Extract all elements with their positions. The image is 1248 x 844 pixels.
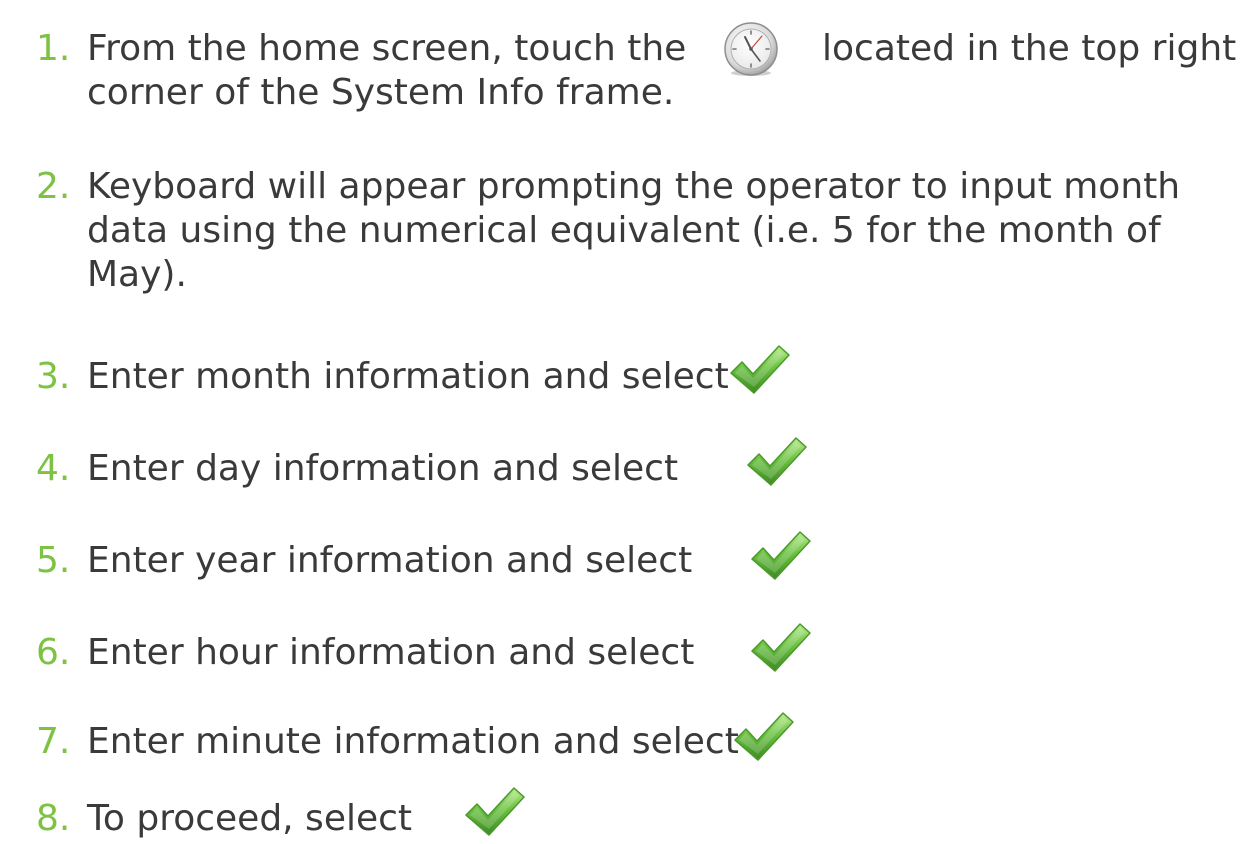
step-text: Enter hour information and select <box>87 632 695 673</box>
step-text: Enter month information and select <box>87 356 729 397</box>
step-text: From the home screen, touch the corner o… <box>87 27 686 115</box>
step-text-line: May). <box>87 254 187 295</box>
step-number: 6. <box>36 632 71 673</box>
step-number: 5. <box>36 540 71 581</box>
step-text: Enter year information and select <box>87 540 693 581</box>
instruction-list: 1. From the home screen, touch the corne… <box>0 0 1248 844</box>
check-icon[interactable] <box>731 708 797 766</box>
step-number: 4. <box>36 448 71 489</box>
step-text-after-icon: located in the top right <box>822 28 1237 69</box>
check-icon[interactable] <box>462 783 528 841</box>
check-icon[interactable] <box>748 527 814 585</box>
check-icon[interactable] <box>744 433 810 491</box>
step-text-line: Keyboard will appear prompting the opera… <box>87 166 1181 207</box>
step-text-line: data using the numerical equivalent (i.e… <box>87 210 1161 251</box>
check-icon[interactable] <box>748 619 814 677</box>
step-text: To proceed, select <box>87 798 413 839</box>
step-number: 3. <box>36 356 71 397</box>
step-number: 1. <box>36 28 71 69</box>
clock-icon[interactable] <box>722 21 780 79</box>
step-text: Enter day information and select <box>87 448 679 489</box>
step-number: 7. <box>36 721 71 762</box>
step-text: Keyboard will appear prompting the opera… <box>87 165 1180 297</box>
step-text-line: From the home screen, touch the <box>87 28 687 69</box>
step-text: Enter minute information and select <box>87 721 739 762</box>
step-number: 2. <box>36 166 71 207</box>
check-icon[interactable] <box>727 341 793 399</box>
step-number: 8. <box>36 798 71 839</box>
step-text-line: corner of the System Info frame. <box>87 72 675 113</box>
